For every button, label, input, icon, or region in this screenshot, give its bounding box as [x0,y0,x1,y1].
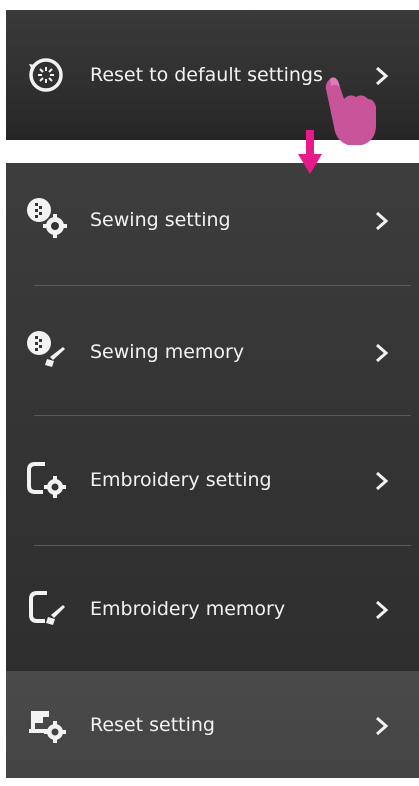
chevron-right-icon [371,342,393,364]
menu-item-label: Sewing memory [90,341,245,363]
sewing-memory-icon [23,327,69,373]
menu-item-embroidery-memory[interactable]: Embroidery memory [6,547,419,671]
tap-hand-icon [322,75,378,147]
menu-item-label: Sewing setting [90,209,231,231]
menu-item-embroidery-setting[interactable]: Embroidery setting [6,417,419,543]
sewing-setting-icon [23,195,69,241]
settings-menu-panel: Sewing setting Sewing memory Embroidery … [6,163,419,778]
divider [34,545,411,546]
chevron-right-icon [371,715,393,737]
divider [34,415,411,416]
menu-item-label: Embroidery memory [90,598,286,620]
menu-item-label: Reset to default settings [90,64,323,86]
menu-item-label: Reset setting [90,714,215,736]
reset-setting-icon [23,701,69,747]
down-arrow-icon [298,128,322,176]
menu-item-sewing-setting[interactable]: Sewing setting [6,163,419,283]
embroidery-setting-icon [23,456,69,502]
menu-item-label: Embroidery setting [90,469,272,491]
chevron-right-icon [371,210,393,232]
embroidery-memory-icon [23,585,69,631]
reset-cycle-icon [23,52,69,98]
menu-item-sewing-memory[interactable]: Sewing memory [6,287,419,413]
divider [34,285,411,286]
chevron-right-icon [371,470,393,492]
menu-item-reset-setting[interactable]: Reset setting [6,671,419,778]
chevron-right-icon [371,599,393,621]
